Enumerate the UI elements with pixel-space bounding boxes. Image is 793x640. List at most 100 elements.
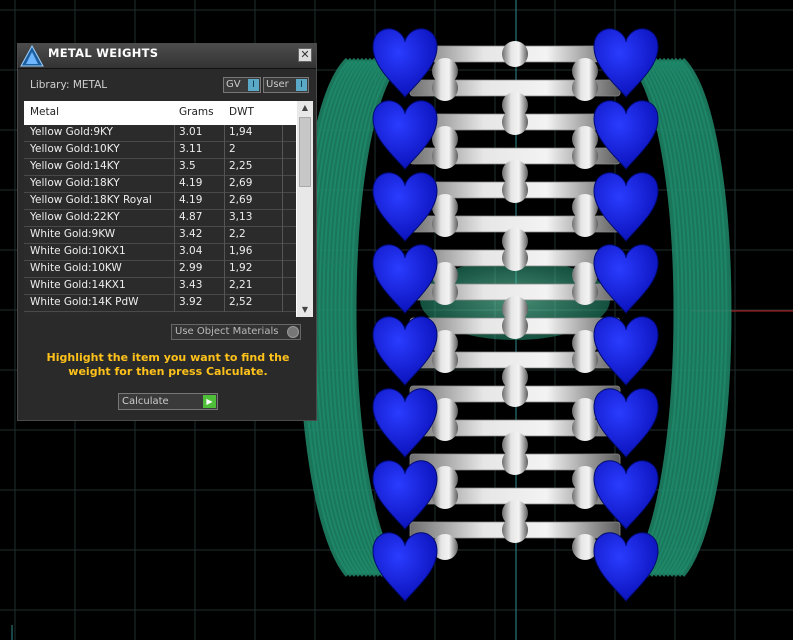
metal-table[interactable]: Metal Grams DWT Yellow Gold:9KY 3.01 1,94 Y… — [24, 101, 313, 317]
table-row[interactable]: Yellow Gold:14KY 3.5 2,25 — [24, 159, 296, 176]
gv-toggle-label: GV — [226, 79, 241, 90]
column-divider — [224, 261, 225, 278]
toggle-indicator-icon: I — [296, 79, 307, 91]
column-divider — [224, 159, 225, 176]
link-bead — [502, 381, 528, 407]
toggle-indicator-icon: I — [248, 79, 259, 91]
metal-weights-panel: METAL WEIGHTS ✕ Library: METAL GV I User… — [17, 43, 317, 421]
use-object-materials-toggle[interactable]: Use Object Materials — [171, 324, 301, 340]
column-divider — [174, 278, 175, 295]
column-divider — [174, 159, 175, 176]
cell-grams: 3.11 — [179, 143, 203, 155]
link-bead — [432, 143, 458, 169]
scroll-up-icon[interactable]: ▲ — [297, 101, 313, 115]
link-bead — [572, 415, 598, 441]
header-metal[interactable]: Metal — [30, 106, 59, 118]
column-divider — [282, 261, 283, 278]
column-divider — [282, 159, 283, 176]
heart-charm — [372, 460, 438, 530]
column-divider — [282, 295, 283, 312]
cell-dwt: 3,13 — [229, 211, 253, 223]
column-divider — [224, 176, 225, 193]
triangle-logo-icon — [20, 45, 44, 67]
gv-toggle[interactable]: GV I — [223, 77, 261, 93]
scroll-down-icon[interactable]: ▼ — [297, 303, 313, 317]
radio-knob-icon — [287, 326, 299, 338]
heart-charm — [372, 388, 438, 458]
cell-dwt: 2,52 — [229, 296, 253, 308]
cell-dwt: 2 — [229, 143, 236, 155]
column-divider — [174, 295, 175, 312]
close-button[interactable]: ✕ — [298, 48, 312, 62]
column-divider — [174, 142, 175, 159]
column-divider — [282, 210, 283, 227]
column-divider — [174, 125, 175, 142]
cell-metal: White Gold:10KX1 — [30, 245, 126, 257]
link-bead — [572, 211, 598, 237]
column-divider — [224, 142, 225, 159]
header-grams[interactable]: Grams — [179, 106, 214, 118]
link-bead — [432, 211, 458, 237]
table-row[interactable]: Yellow Gold:18KY 4.19 2,69 — [24, 176, 296, 193]
cell-dwt: 2,25 — [229, 160, 253, 172]
table-row[interactable]: Yellow Gold:9KY 3.01 1,94 — [24, 125, 296, 142]
panel-titlebar[interactable]: METAL WEIGHTS ✕ — [18, 44, 316, 69]
cell-grams: 3.01 — [179, 126, 203, 138]
column-divider — [282, 176, 283, 193]
table-row[interactable]: White Gold:10KW 2.99 1,92 — [24, 261, 296, 278]
use-object-materials-label: Use Object Materials — [175, 326, 279, 337]
cell-grams: 3.92 — [179, 296, 203, 308]
link-bead — [502, 517, 528, 543]
table-row[interactable]: White Gold:14K PdW 3.92 2,52 — [24, 295, 296, 312]
cell-grams: 3.42 — [179, 228, 203, 240]
cell-metal: Yellow Gold:9KY — [30, 126, 113, 138]
table-row[interactable]: Yellow Gold:10KY 3.11 2 — [24, 142, 296, 159]
column-divider — [224, 227, 225, 244]
cell-grams: 4.19 — [179, 177, 203, 189]
table-scrollbar[interactable]: ▲ ▼ — [297, 101, 313, 317]
column-divider — [224, 278, 225, 295]
table-body[interactable]: Yellow Gold:9KY 3.01 1,94 Yellow Gold:10KY 3… — [24, 125, 296, 317]
table-row[interactable]: Yellow Gold:18KY Royal 4.19 2,69 — [24, 193, 296, 210]
cell-metal: White Gold:14K PdW — [30, 296, 139, 308]
column-divider — [282, 193, 283, 210]
cell-grams: 3.43 — [179, 279, 203, 291]
link-bead — [572, 75, 598, 101]
column-divider — [174, 261, 175, 278]
table-header: Metal Grams DWT — [24, 101, 313, 125]
header-dwt[interactable]: DWT — [229, 106, 254, 118]
column-divider — [174, 193, 175, 210]
heart-charm — [593, 316, 659, 386]
table-row[interactable]: White Gold:14KX1 3.43 2,21 — [24, 278, 296, 295]
column-divider — [282, 244, 283, 261]
link-bead — [502, 245, 528, 271]
column-divider — [174, 244, 175, 261]
cell-grams: 3.04 — [179, 245, 203, 257]
cell-grams: 3.5 — [179, 160, 196, 172]
scroll-thumb[interactable] — [299, 117, 311, 187]
heart-charm — [593, 532, 659, 602]
table-row[interactable]: Yellow Gold:22KY 4.87 3,13 — [24, 210, 296, 227]
column-divider — [224, 210, 225, 227]
cell-dwt: 1,96 — [229, 245, 253, 257]
column-divider — [224, 125, 225, 142]
link-bead — [572, 347, 598, 373]
link-bead — [502, 41, 528, 67]
bracelet-links — [409, 41, 621, 560]
column-divider — [174, 227, 175, 244]
heart-charm — [372, 532, 438, 602]
user-toggle[interactable]: User I — [263, 77, 309, 93]
instruction-text: Highlight the item you want to find the … — [46, 351, 290, 378]
table-row[interactable]: White Gold:9KW 3.42 2,2 — [24, 227, 296, 244]
heart-charm — [593, 460, 659, 530]
column-divider — [174, 210, 175, 227]
cell-metal: Yellow Gold:18KY — [30, 177, 120, 189]
cell-dwt: 2,69 — [229, 177, 253, 189]
column-divider — [174, 176, 175, 193]
cell-dwt: 2,69 — [229, 194, 253, 206]
cell-metal: White Gold:14KX1 — [30, 279, 126, 291]
link-bead — [572, 143, 598, 169]
table-row[interactable]: White Gold:10KX1 3.04 1,96 — [24, 244, 296, 261]
calculate-button[interactable]: Calculate ▶ — [118, 393, 218, 410]
link-bead — [502, 313, 528, 339]
